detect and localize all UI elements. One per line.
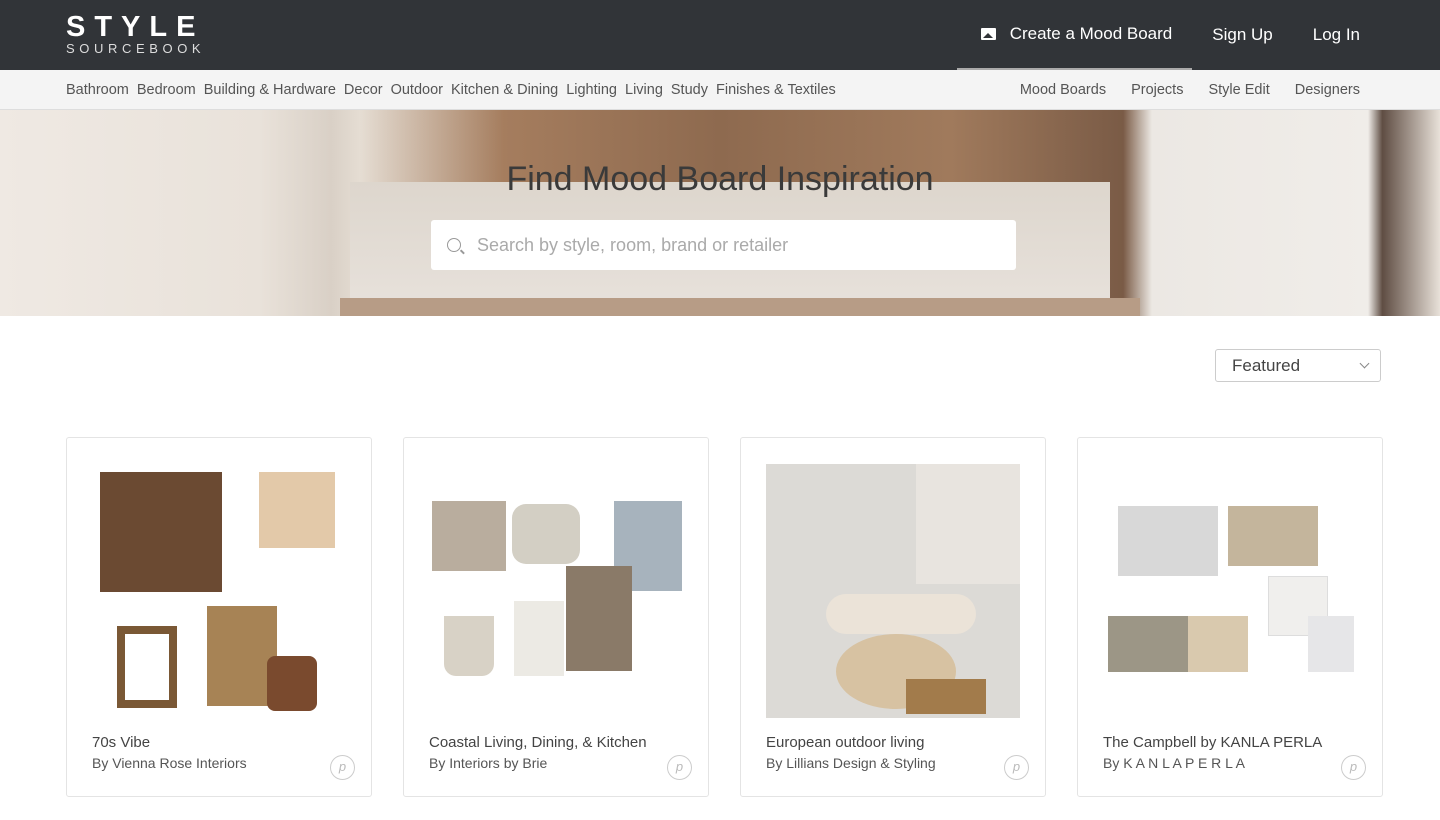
- chevron-down-icon: [1359, 358, 1370, 369]
- sign-up-link[interactable]: Sign Up: [1192, 0, 1292, 70]
- nav-designers[interactable]: Designers: [1295, 82, 1360, 98]
- top-nav: Create a Mood Board Sign Up Log In: [956, 0, 1440, 70]
- card-author[interactable]: By Vienna Rose Interiors: [92, 755, 247, 771]
- create-label: Create a Mood Board: [1009, 24, 1173, 43]
- mood-board-image: [1108, 466, 1354, 716]
- nav-bedroom[interactable]: Bedroom: [137, 82, 196, 98]
- search-icon: [447, 238, 461, 252]
- create-mood-board-button[interactable]: Create a Mood Board: [956, 0, 1193, 70]
- card-author[interactable]: By K A N L A P E R L A: [1103, 755, 1245, 771]
- nav-mood-boards[interactable]: Mood Boards: [1020, 82, 1106, 98]
- nav-study[interactable]: Study: [671, 82, 708, 98]
- card-author[interactable]: By Interiors by Brie: [429, 755, 547, 771]
- card-author[interactable]: By Lillians Design & Styling: [766, 755, 936, 771]
- nav-living[interactable]: Living: [625, 82, 663, 98]
- search-input[interactable]: Search by style, room, brand or retailer: [431, 220, 1016, 270]
- card-title[interactable]: 70s Vibe: [92, 734, 150, 751]
- hero-title: Find Mood Board Inspiration: [506, 160, 934, 198]
- mood-board-image: [432, 466, 682, 716]
- log-in-link[interactable]: Log In: [1293, 0, 1440, 70]
- card-title[interactable]: Coastal Living, Dining, & Kitchen: [429, 734, 647, 751]
- pinterest-icon[interactable]: p: [667, 755, 692, 780]
- logo-text: STYLE: [66, 11, 205, 43]
- logo[interactable]: STYLE SOURCEBOOK: [66, 11, 205, 56]
- nav-bathroom[interactable]: Bathroom: [66, 82, 129, 98]
- nav-finishes-textiles[interactable]: Finishes & Textiles: [716, 82, 836, 98]
- nav-outdoor[interactable]: Outdoor: [391, 82, 443, 98]
- nav-style-edit[interactable]: Style Edit: [1208, 82, 1269, 98]
- mood-board-grid: 70s Vibe By Vienna Rose Interiors p Coas…: [66, 437, 1383, 797]
- image-icon: [980, 28, 996, 40]
- mood-board-card[interactable]: Coastal Living, Dining, & Kitchen By Int…: [403, 437, 709, 797]
- search-placeholder: Search by style, room, brand or retailer: [477, 234, 789, 255]
- category-nav: Bathroom Bedroom Building & Hardware Decor O…: [0, 70, 1440, 110]
- sort-value: Featured: [1232, 355, 1301, 375]
- card-title[interactable]: The Campbell by KANLA PERLA: [1103, 734, 1322, 751]
- nav-lighting[interactable]: Lighting: [566, 82, 617, 98]
- mood-board-image: [766, 464, 1020, 718]
- mood-board-card[interactable]: The Campbell by KANLA PERLA By K A N L A…: [1077, 437, 1383, 797]
- nav-decor[interactable]: Decor: [344, 82, 383, 98]
- sort-select[interactable]: Featured: [1215, 349, 1381, 382]
- top-bar: STYLE SOURCEBOOK Create a Mood Board Sig…: [0, 0, 1440, 70]
- pinterest-icon[interactable]: p: [1341, 755, 1366, 780]
- pinterest-icon[interactable]: p: [330, 755, 355, 780]
- card-title[interactable]: European outdoor living: [766, 734, 924, 751]
- pinterest-icon[interactable]: p: [1004, 755, 1029, 780]
- logo-subtext: SOURCEBOOK: [66, 41, 206, 56]
- nav-building-hardware[interactable]: Building & Hardware: [204, 82, 336, 98]
- nav-kitchen-dining[interactable]: Kitchen & Dining: [451, 82, 558, 98]
- nav-projects[interactable]: Projects: [1131, 82, 1183, 98]
- mood-board-card[interactable]: European outdoor living By Lillians Desi…: [740, 437, 1046, 797]
- mood-board-image: [97, 466, 343, 716]
- hero-image-counter: [340, 298, 1140, 316]
- hero-banner: Find Mood Board Inspiration Search by st…: [0, 110, 1440, 316]
- mood-board-card[interactable]: 70s Vibe By Vienna Rose Interiors p: [66, 437, 372, 797]
